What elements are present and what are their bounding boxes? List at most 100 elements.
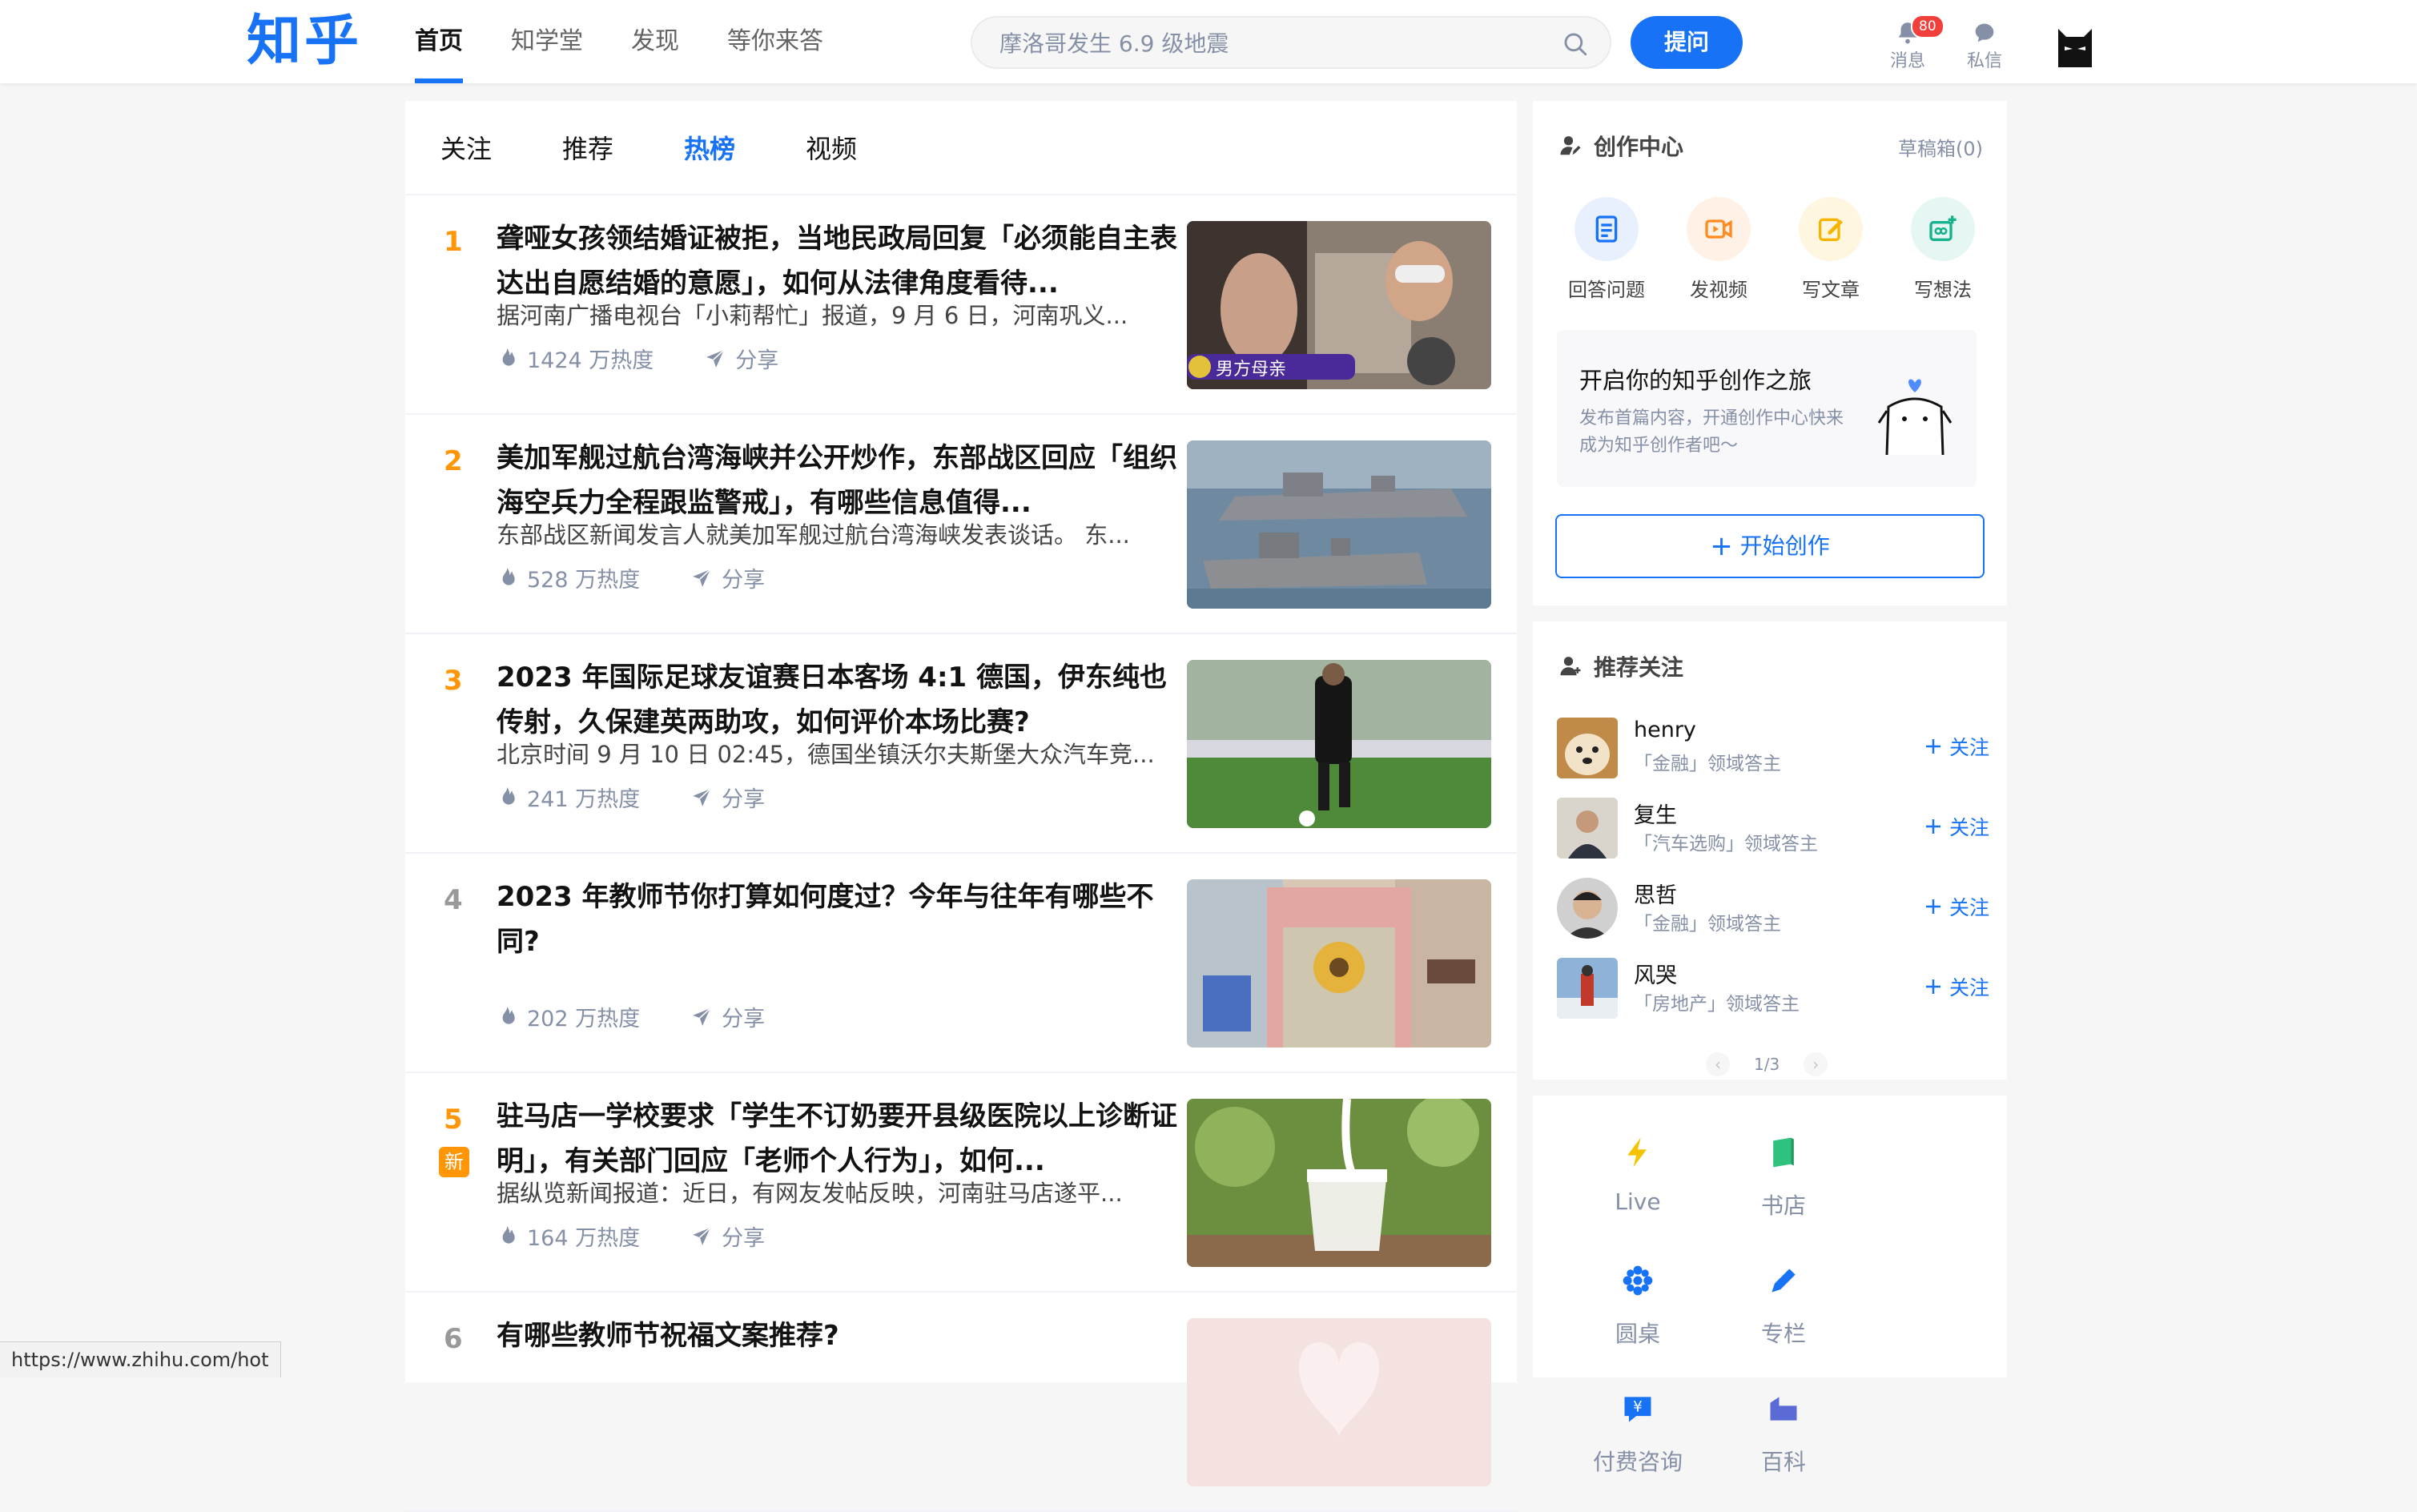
flame-icon — [502, 786, 515, 805]
avatar[interactable] — [1557, 798, 1618, 859]
item-excerpt[interactable]: 据纵览新闻报道：近日，有网友发帖反映，河南驻马店遂平... — [497, 1176, 1182, 1211]
document-icon — [1595, 215, 1618, 243]
write-article-button[interactable]: 写文章 — [1775, 197, 1887, 302]
zhihu-logo[interactable]: 知乎 — [247, 6, 362, 77]
user-name[interactable]: 风哭 — [1634, 958, 1677, 989]
item-title[interactable]: 2023 年教师节你打算如何度过？今年与往年有哪些不同? — [497, 875, 1182, 964]
follow-button[interactable]: 关注 — [1924, 892, 1989, 921]
item-thumbnail-image[interactable] — [1187, 660, 1491, 828]
messages-button[interactable]: 消息 80 — [1876, 14, 1944, 72]
start-creating-button[interactable]: + 开始创作 — [1555, 514, 1985, 578]
recommended-user[interactable]: 复生 「汽车选购」领域答主 关注 — [1557, 794, 1989, 859]
share-button[interactable]: 分享 — [691, 1220, 765, 1252]
hot-list-item[interactable]: 1 聋哑女孩领结婚证被拒，当地民政局回复「必须能自主表达出自愿结婚的意愿」，如何… — [405, 195, 1517, 415]
user-description: 「房地产」领域答主 — [1634, 994, 1800, 1015]
item-thumbnail-image[interactable] — [1187, 1318, 1491, 1486]
share-button[interactable]: 分享 — [691, 562, 765, 593]
follow-button[interactable]: 关注 — [1924, 732, 1989, 761]
search-box[interactable] — [971, 16, 1611, 69]
creation-journey-banner[interactable]: 开启你的知乎创作之旅 发布首篇内容，开通创作中心快来成为知乎创作者吧～ — [1557, 330, 1977, 487]
item-title[interactable]: 驻马店一学校要求「学生不订奶要开县级医院以上诊断证明」，有关部门回应「老师个人行… — [497, 1094, 1182, 1184]
nav-waiting-answers[interactable]: 等你来答 — [727, 0, 823, 83]
quick-link-bookstore[interactable]: 书店 — [1711, 1124, 1856, 1253]
recommended-user[interactable]: henry 「金融」领域答主 关注 — [1557, 714, 1989, 778]
quick-link-roundtable[interactable]: 圆桌 — [1565, 1253, 1711, 1381]
hot-list-item[interactable]: 6 有哪些教师节祝福文案推荐? — [405, 1293, 1517, 1512]
item-title[interactable]: 美加军舰过航台湾海峡并公开炒作，东部战区回应「组织海空兵力全程跟监警戒」，有哪些… — [497, 436, 1182, 525]
avatar[interactable] — [1557, 878, 1618, 939]
plus-icon: + — [1710, 530, 1733, 562]
nav-discover[interactable]: 发现 — [631, 0, 679, 83]
share-label: 分享 — [735, 348, 779, 373]
user-name[interactable]: henry — [1634, 718, 1696, 742]
item-excerpt[interactable]: 据河南广播电视台「小莉帮忙」报道，9 月 6 日，河南巩义... — [497, 298, 1182, 333]
quick-link-paid-consult[interactable]: ¥ 付费咨询 — [1565, 1381, 1711, 1509]
flame-icon — [502, 1225, 515, 1244]
item-thumbnail-image[interactable] — [1187, 1099, 1491, 1267]
next-page-button[interactable]: › — [1804, 1052, 1828, 1076]
item-thumbnail-image[interactable] — [1187, 879, 1491, 1048]
recommended-user[interactable]: 风哭 「房地产」领域答主 关注 — [1557, 955, 1989, 1019]
tab-follow[interactable]: 关注 — [440, 129, 492, 166]
quick-link-encyclopedia[interactable]: 百科 — [1711, 1381, 1856, 1509]
heat-value: 202 万热度 — [527, 1007, 641, 1031]
quick-link-column[interactable]: 专栏 — [1711, 1253, 1856, 1381]
pen-icon — [1772, 1269, 1796, 1293]
hot-list-item[interactable]: 3 2023 年国际足球友谊赛日本客场 4:1 德国，伊东纯也传射，久保建英两助… — [405, 634, 1517, 854]
recommended-user[interactable]: 思哲 「金融」领域答主 关注 — [1557, 875, 1989, 939]
messages-label: 消息 — [1889, 51, 1925, 71]
heat-value: 164 万热度 — [527, 1226, 641, 1251]
quick-link-live[interactable]: Live — [1565, 1124, 1711, 1253]
user-avatar-icon[interactable] — [2057, 24, 2093, 67]
rank-number: 2 — [444, 445, 463, 477]
follow-button[interactable]: 关注 — [1924, 972, 1989, 1001]
share-button[interactable]: 分享 — [705, 343, 778, 374]
hot-list-item[interactable]: 4 2023 年教师节你打算如何度过？今年与往年有哪些不同? 202 万热度 分… — [405, 854, 1517, 1073]
prev-page-button[interactable]: ‹ — [1706, 1052, 1730, 1076]
tab-hot[interactable]: 热榜 — [684, 129, 735, 166]
item-thumbnail-image[interactable]: 男方母亲 — [1187, 221, 1491, 389]
roundtable-icon — [1623, 1265, 1653, 1296]
thumbnail-caption: 男方母亲 — [1216, 360, 1286, 380]
answer-question-button[interactable]: 回答问题 — [1550, 197, 1663, 302]
share-button[interactable]: 分享 — [691, 782, 765, 813]
tab-recommend[interactable]: 推荐 — [562, 129, 613, 166]
follow-button[interactable]: 关注 — [1924, 812, 1989, 841]
share-button[interactable]: 分享 — [691, 1001, 765, 1032]
encyclopedia-icon — [1770, 1397, 1797, 1421]
write-idea-button[interactable]: 写想法 — [1887, 197, 1999, 302]
item-excerpt[interactable]: 东部战区新闻发言人就美加军舰过航台湾海峡发表谈话。 东... — [497, 517, 1182, 553]
recommend-title: 推荐关注 — [1558, 650, 1683, 682]
hot-list-item[interactable]: 2 美加军舰过航台湾海峡并公开炒作，东部战区回应「组织海空兵力全程跟监警戒」，有… — [405, 415, 1517, 634]
flame-icon — [502, 567, 515, 585]
post-video-button[interactable]: 发视频 — [1663, 197, 1775, 302]
ask-question-button[interactable]: 提问 — [1631, 16, 1743, 69]
item-excerpt[interactable]: 北京时间 9 月 10 日 02:45，德国坐镇沃尔夫斯堡大众汽车竞... — [497, 737, 1182, 772]
nav-home[interactable]: 首页 — [415, 0, 463, 83]
recommended-follows-card: 推荐关注 henry 「金融」领域答主 关注 复生 「汽车选购」领域答主 关注 — [1533, 621, 2007, 1080]
item-title[interactable]: 有哪些教师节祝福文案推荐? — [497, 1313, 1182, 1358]
item-title[interactable]: 2023 年国际足球友谊赛日本客场 4:1 德国，伊东纯也传射，久保建英两助攻，… — [497, 655, 1182, 745]
search-icon[interactable] — [1562, 30, 1589, 58]
search-input[interactable] — [998, 18, 1530, 69]
tab-video[interactable]: 视频 — [806, 129, 857, 166]
item-meta: 1424 万热度 分享 — [497, 343, 778, 374]
item-title[interactable]: 聋哑女孩领结婚证被拒，当地民政局回复「必须能自主表达出自愿结婚的意愿」，如何从法… — [497, 216, 1182, 306]
mascot-illustration-icon — [1877, 379, 1953, 456]
svg-text:¥: ¥ — [1633, 1399, 1643, 1416]
quick-links-card: Live 书店 圆桌 专栏 ¥ 付费咨询 百科 — [1533, 1096, 2007, 1475]
rank-number: 3 — [444, 665, 463, 697]
avatar[interactable] — [1557, 718, 1618, 778]
user-name[interactable]: 复生 — [1634, 798, 1677, 829]
hot-list-item[interactable]: 5 新 驻马店一学校要求「学生不订奶要开县级医院以上诊断证明」，有关部门回应「老… — [405, 1073, 1517, 1293]
direct-messages-button[interactable]: 私信 — [1953, 19, 2017, 72]
item-thumbnail-image[interactable] — [1187, 440, 1491, 609]
nav-zhixuetang[interactable]: 知学堂 — [511, 0, 583, 83]
user-description: 「汽车选购」领域答主 — [1634, 834, 1818, 855]
share-icon — [693, 1227, 711, 1245]
share-icon — [706, 349, 725, 368]
drafts-link[interactable]: 草稿箱(0) — [1898, 133, 1983, 161]
avatar[interactable] — [1557, 958, 1618, 1019]
user-name[interactable]: 思哲 — [1634, 878, 1677, 909]
idea-icon — [1929, 215, 1957, 241]
